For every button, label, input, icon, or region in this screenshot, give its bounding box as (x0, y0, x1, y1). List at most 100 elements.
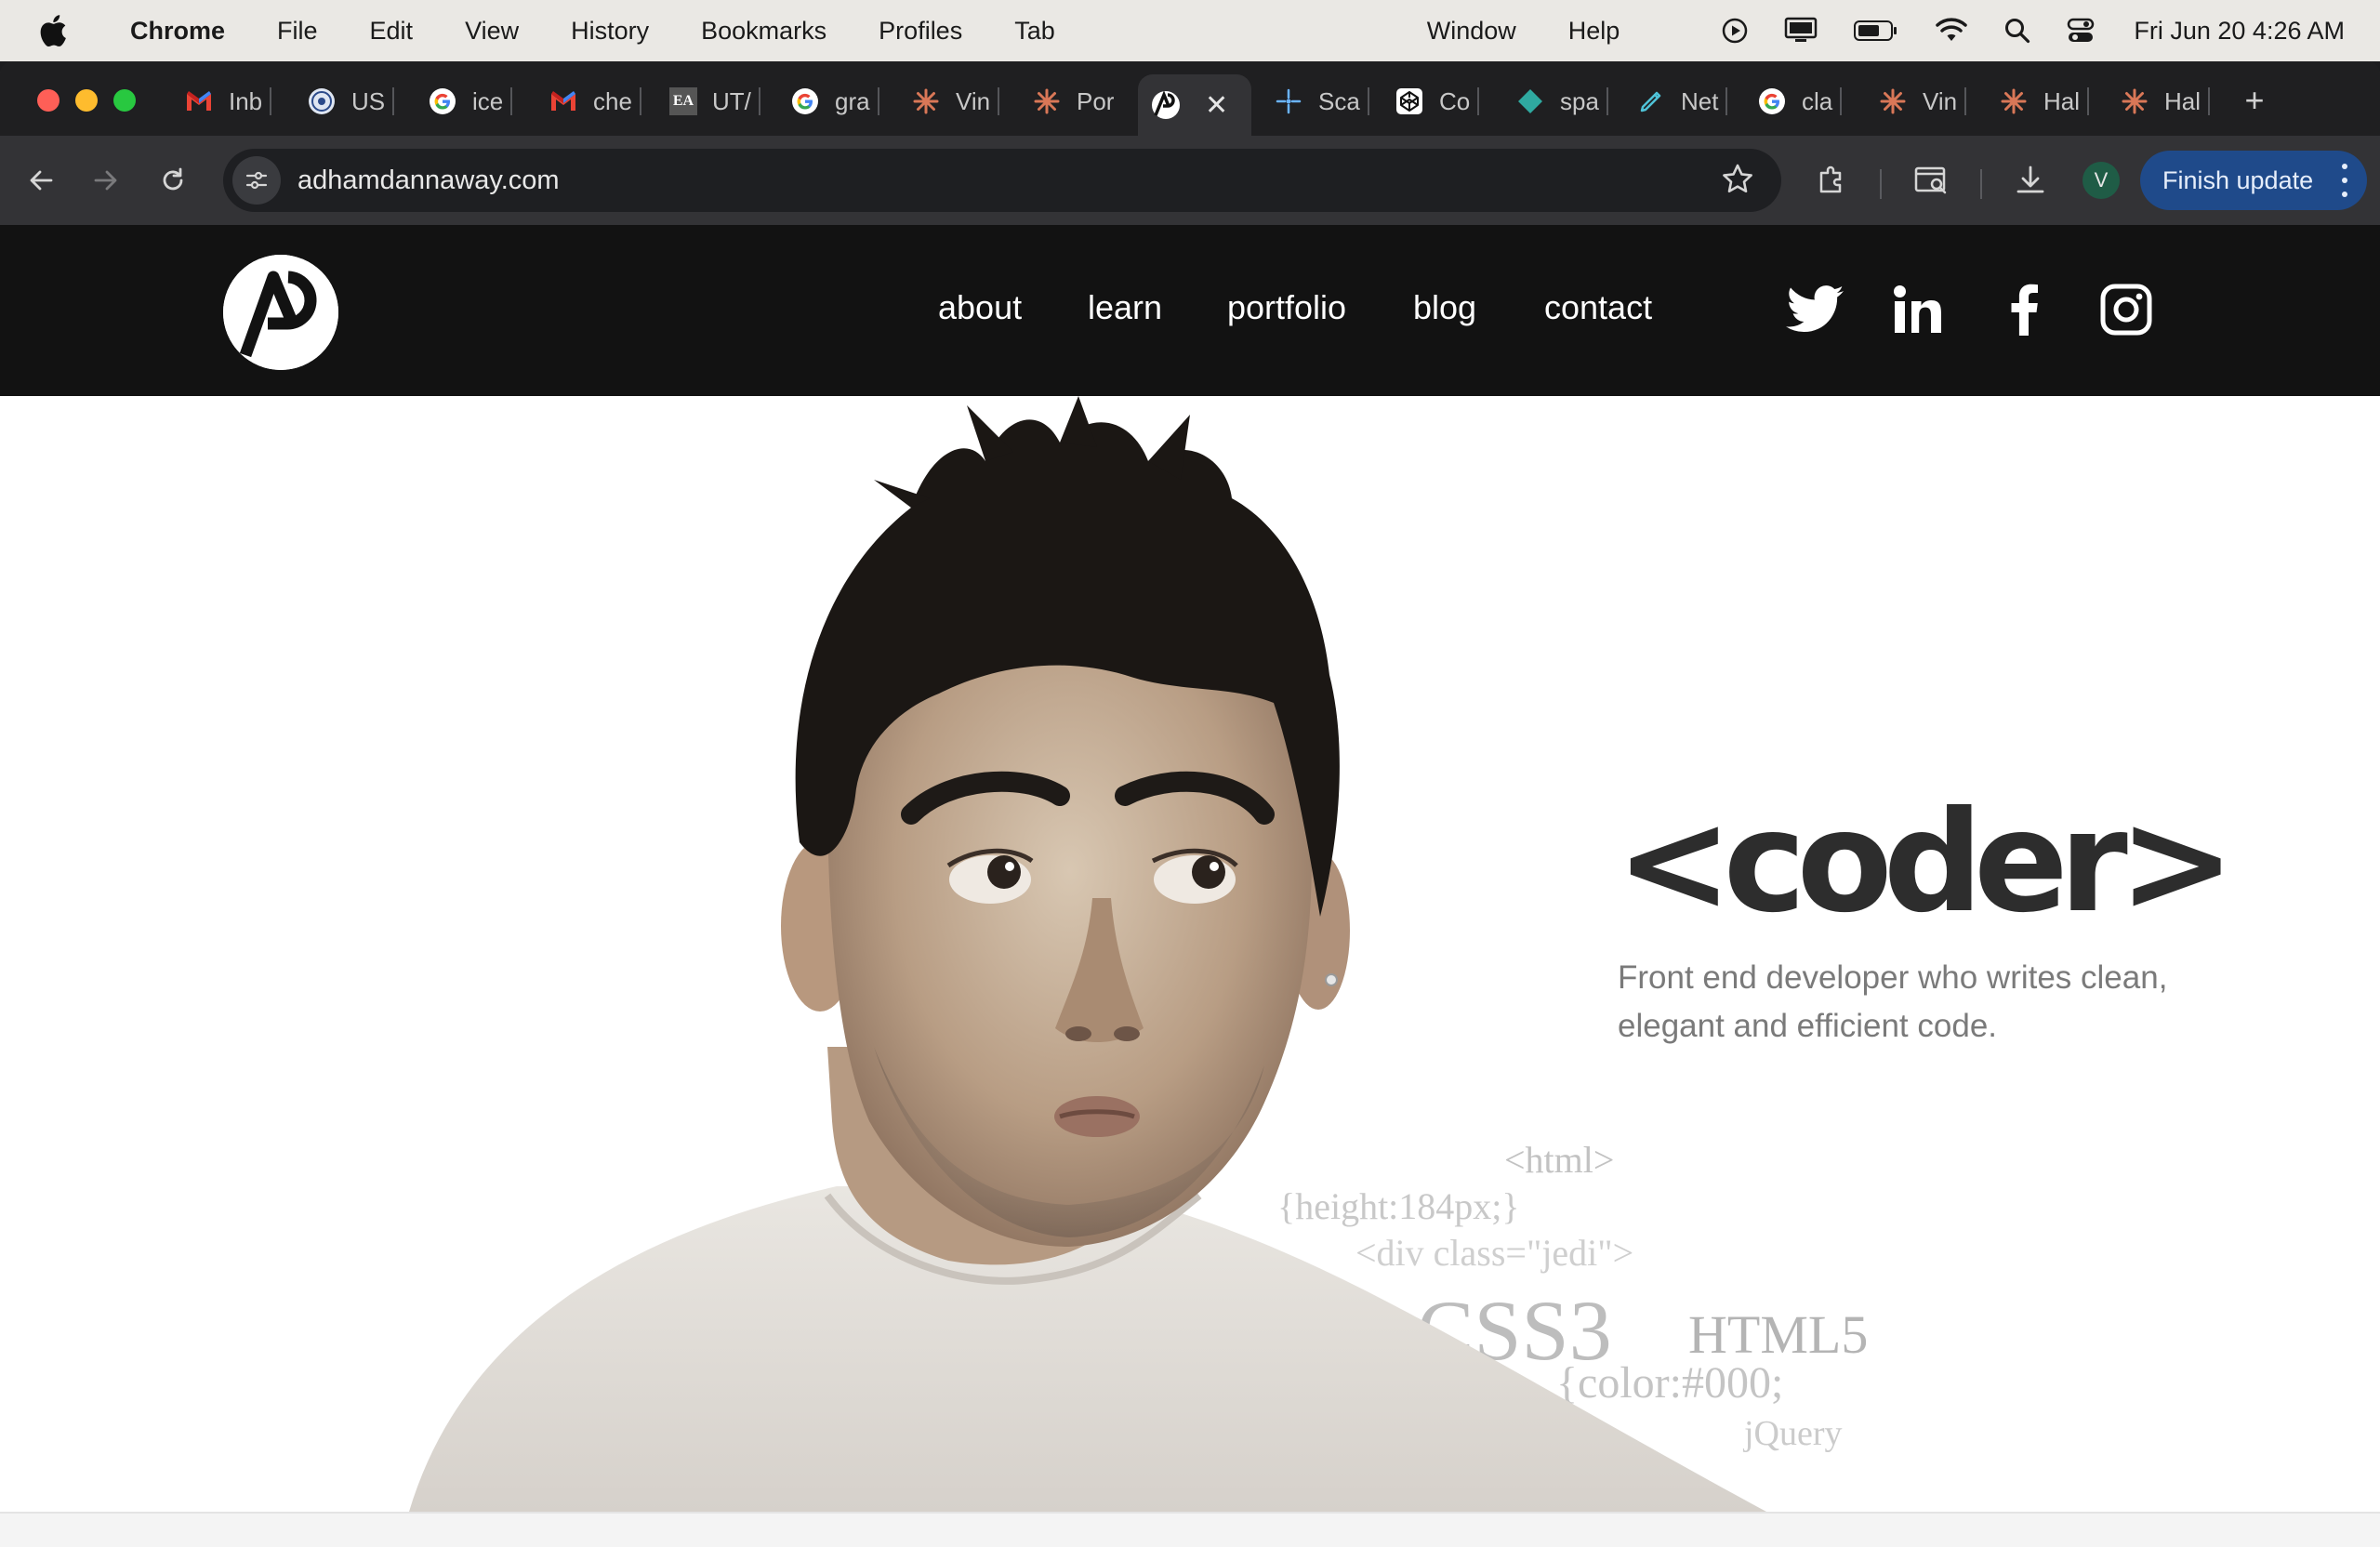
site-header: about learn portfolio blog contact (0, 225, 2380, 396)
codepen-icon (1395, 86, 1424, 116)
menu-edit[interactable]: Edit (370, 17, 414, 46)
now-playing-icon[interactable] (1721, 17, 1749, 45)
site-logo-icon[interactable] (223, 255, 338, 370)
portrait-photo (390, 396, 1785, 1512)
instagram-icon[interactable] (2096, 279, 2157, 340)
scale-icon (1274, 86, 1303, 116)
nav-contact[interactable]: contact (1544, 288, 1652, 327)
tab-title: ice (472, 86, 504, 115)
linkedin-icon[interactable] (1887, 279, 1949, 340)
menu-profiles[interactable]: Profiles (879, 17, 962, 46)
zoom-window-button[interactable] (113, 89, 136, 112)
site-settings-icon[interactable] (232, 156, 281, 205)
facebook-icon[interactable] (1993, 279, 2055, 340)
tab-codepen[interactable]: Co (1395, 80, 1480, 123)
menu-help[interactable]: Help (1568, 17, 1620, 46)
tab-adhamdannaway-active[interactable]: ✕ (1138, 74, 1251, 136)
tab-claude-vin-2[interactable]: Vin (1878, 80, 1967, 123)
forward-button[interactable] (82, 156, 130, 205)
menu-history[interactable]: History (571, 17, 649, 46)
new-tab-button[interactable]: + (2236, 81, 2273, 119)
page-bottom-band (0, 1512, 2380, 1547)
google-icon (790, 86, 820, 116)
tab-google-gra[interactable]: gra (790, 80, 879, 123)
spotlight-search-icon[interactable] (2003, 17, 2031, 45)
close-window-button[interactable] (37, 89, 60, 112)
tab-separator (1840, 87, 1843, 115)
tab-search-icon[interactable] (1908, 156, 1956, 205)
tab-close-icon[interactable]: ✕ (1205, 89, 1228, 122)
tab-claude-por[interactable]: Por (1032, 80, 1114, 123)
tab-separator (998, 87, 1000, 115)
tab-separator (1964, 87, 1967, 115)
menu-tab[interactable]: Tab (1014, 17, 1055, 46)
url-text[interactable]: adhamdannaway.com (298, 165, 560, 196)
tab-title: Sca (1318, 86, 1360, 115)
tab-title: Hal (2043, 86, 2081, 115)
tab-strip: Inb US ice che EA UT/ gra Vin Por ✕ Sca … (0, 61, 2380, 136)
nav-portfolio[interactable]: portfolio (1227, 288, 1346, 327)
menu-file[interactable]: File (277, 17, 318, 46)
ap-logo-icon (1151, 90, 1181, 120)
tab-google-ice[interactable]: ice (428, 80, 513, 123)
tab-separator (1606, 87, 1608, 115)
seal-icon (307, 86, 337, 116)
bookmark-star-icon[interactable] (1720, 162, 1755, 202)
tab-title: spa (1560, 86, 1599, 115)
tab-uscis[interactable]: US (307, 80, 395, 123)
toolbar-divider (1880, 169, 1882, 199)
tab-ea[interactable]: EA UT/ (669, 80, 760, 123)
claude-icon (1878, 86, 1908, 116)
address-bar[interactable]: adhamdannaway.com (223, 149, 1781, 212)
nav-blog[interactable]: blog (1413, 288, 1476, 327)
more-menu-icon[interactable] (2339, 164, 2350, 197)
tab-gmail-che[interactable]: che (549, 80, 641, 123)
gmail-icon (184, 86, 214, 116)
menu-app-name[interactable]: Chrome (130, 17, 225, 46)
tab-spa[interactable]: spa (1515, 80, 1608, 123)
tab-separator (758, 87, 760, 115)
nav-about[interactable]: about (938, 288, 1022, 327)
tab-separator (1477, 87, 1480, 115)
menu-view[interactable]: View (465, 17, 519, 46)
menubar-clock[interactable]: Fri Jun 20 4:26 AM (2134, 17, 2345, 46)
tab-net[interactable]: Net (1636, 80, 1728, 123)
tab-title: UT/ (712, 86, 751, 115)
nav-learn[interactable]: learn (1088, 288, 1162, 327)
tab-title: Co (1439, 86, 1471, 115)
tab-title: Inb (229, 86, 263, 115)
tab-google-cla[interactable]: cla (1757, 80, 1843, 123)
tab-separator (1726, 87, 1728, 115)
tab-title: Hal (2164, 86, 2202, 115)
menu-bookmarks[interactable]: Bookmarks (701, 17, 826, 46)
macos-menu-bar: Chrome File Edit View History Bookmarks … (0, 0, 2380, 61)
tab-gmail-inbox[interactable]: Inb (184, 80, 272, 123)
tab-separator (2208, 87, 2211, 115)
tab-scale[interactable]: Sca (1274, 80, 1369, 123)
twitter-icon[interactable] (1785, 279, 1846, 340)
minimize-window-button[interactable] (75, 89, 98, 112)
control-center-icon[interactable] (2067, 17, 2095, 45)
apple-icon[interactable] (26, 0, 80, 61)
claude-icon (1032, 86, 1062, 116)
reload-button[interactable] (149, 156, 197, 205)
display-icon[interactable] (1784, 17, 1818, 45)
google-icon (1757, 86, 1787, 116)
tab-separator (877, 87, 879, 115)
tab-claude-vin[interactable]: Vin (911, 80, 1000, 123)
extensions-icon[interactable] (1807, 156, 1856, 205)
tab-claude-hal-2[interactable]: Hal (2120, 80, 2211, 123)
downloads-icon[interactable] (2006, 156, 2055, 205)
google-icon (428, 86, 457, 116)
menu-window[interactable]: Window (1427, 17, 1516, 46)
tab-claude-hal[interactable]: Hal (1999, 80, 2090, 123)
tab-separator (510, 87, 513, 115)
wifi-icon[interactable] (1935, 18, 1968, 44)
battery-icon[interactable] (1853, 19, 1899, 43)
profile-avatar[interactable]: V (2082, 162, 2120, 199)
hero-section: <html> {height:184px;} <div class="jedi"… (0, 396, 2380, 1512)
browser-window: Inb US ice che EA UT/ gra Vin Por ✕ Sca … (0, 61, 2380, 1547)
finish-update-button[interactable]: Finish update (2140, 151, 2367, 210)
page-viewport: about learn portfolio blog contact <html… (0, 225, 2380, 1547)
back-button[interactable] (17, 156, 65, 205)
